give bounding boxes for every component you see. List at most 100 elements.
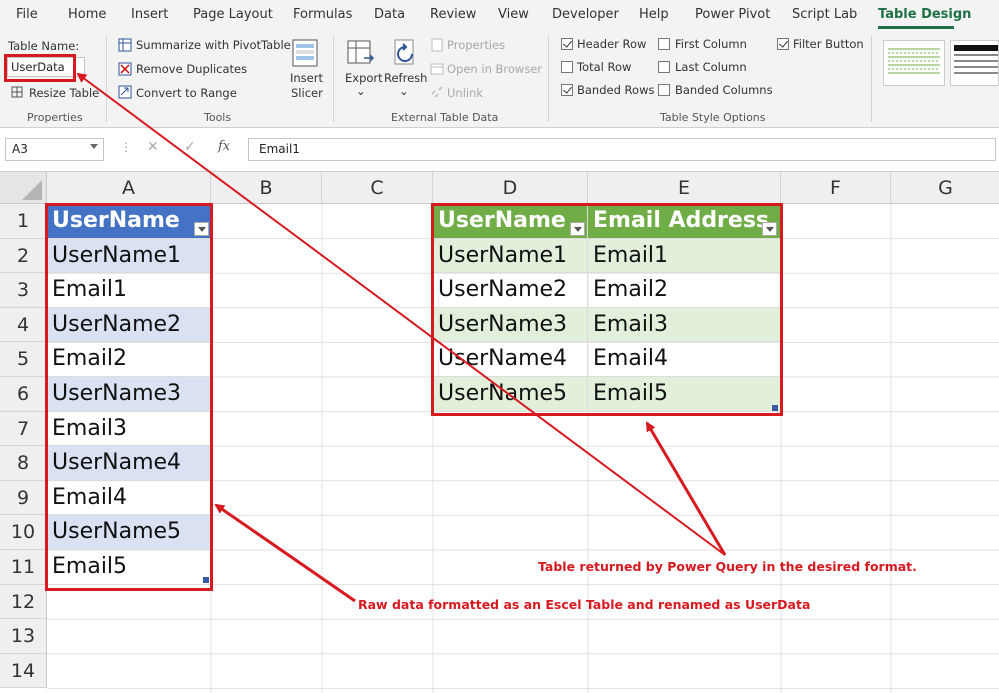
group-separator [871,36,872,122]
last-column-checkbox[interactable] [658,61,670,73]
resize-table-icon [11,86,23,98]
tab-developer[interactable]: Developer [552,7,619,22]
row-header[interactable]: 9 [0,480,47,516]
select-all-button[interactable] [0,172,47,204]
group-label-style-options: Table Style Options [660,111,766,124]
pivot-table-icon [118,38,132,52]
group-label-tools: Tools [204,111,232,124]
row-header[interactable]: 12 [0,584,47,620]
column-header-a[interactable]: A [47,172,211,204]
tab-home[interactable]: Home [68,7,106,22]
unlink-button[interactable]: Unlink [447,86,483,100]
total-row-checkbox[interactable] [561,61,573,73]
banded-columns-checkbox[interactable] [658,84,670,96]
worksheet: A B C D E F G 1 2 3 4 5 6 7 8 9 10 11 12… [0,172,999,693]
row-header[interactable]: 8 [0,446,47,481]
annotation-left-table: Raw data formatted as an Escel Table and… [358,597,811,612]
formula-bar: A3 ⋮ ✕ ✓ fx Email1 [0,128,999,172]
highlight-box-right-table [431,203,783,416]
tab-view[interactable]: View [498,7,529,22]
tab-help[interactable]: Help [639,7,669,22]
row-header[interactable]: 11 [0,550,47,585]
header-row-label: Header Row [577,37,647,51]
row-header[interactable]: 2 [0,238,47,274]
properties-icon [431,38,443,52]
group-separator [106,36,107,122]
group-separator [548,36,549,122]
column-header-f[interactable]: F [781,172,891,204]
tab-script-lab[interactable]: Script Lab [792,7,857,22]
tab-formulas[interactable]: Formulas [293,7,352,22]
insert-slicer-icon [292,39,318,67]
cancel-icon[interactable]: ✕ [147,139,159,155]
column-header-e[interactable]: E [588,172,781,204]
total-row-label: Total Row [577,60,632,74]
select-all-icon [22,180,42,200]
tab-file[interactable]: File [16,7,38,22]
banded-columns-label: Banded Columns [675,83,773,97]
remove-duplicates-button[interactable]: Remove Duplicates [136,62,247,76]
unlink-icon [431,86,443,98]
group-label-external-data: External Table Data [391,111,499,124]
tab-insert[interactable]: Insert [131,7,168,22]
enter-icon[interactable]: ✓ [184,139,196,155]
tab-review[interactable]: Review [430,7,476,22]
row-header[interactable]: 10 [0,515,47,550]
column-header-c[interactable]: C [322,172,433,204]
active-tab-indicator [878,26,954,29]
refresh-icon [394,39,414,65]
group-separator [333,36,334,122]
convert-to-range-icon [118,85,132,99]
first-column-checkbox[interactable] [658,38,670,50]
banded-rows-checkbox[interactable] [561,84,573,96]
column-header-d[interactable]: D [433,172,588,204]
insert-function-button[interactable]: fx [218,139,230,154]
export-chevron-icon[interactable]: ⌄ [356,84,366,98]
insert-slicer-button[interactable]: Insert [290,71,323,85]
convert-to-range-button[interactable]: Convert to Range [136,86,237,100]
formula-input[interactable]: Email1 [248,138,996,161]
first-column-label: First Column [675,37,747,51]
highlight-box-table-name [4,54,76,82]
header-row-checkbox[interactable] [561,38,573,50]
column-header-g[interactable]: G [891,172,999,204]
dots-separator-icon: ⋮ [120,140,132,154]
row-header[interactable]: 1 [0,204,47,239]
properties-button[interactable]: Properties [447,38,505,52]
tab-table-design[interactable]: Table Design [878,7,971,22]
highlight-box-left-table [45,203,213,591]
column-header-b[interactable]: B [211,172,322,204]
ribbon: Table Name: Resize Table Properties Summ… [0,30,999,128]
export-icon [347,40,375,64]
filter-button-checkbox[interactable] [777,38,789,50]
open-in-browser-button[interactable]: Open in Browser [447,62,542,76]
table-name-label: Table Name: [8,39,80,53]
tab-page-layout[interactable]: Page Layout [193,7,273,22]
annotation-right-table: Table returned by Power Query in the des… [538,559,917,574]
table-style-thumbnail-dark[interactable] [950,40,999,86]
row-header[interactable]: 14 [0,653,47,689]
refresh-button[interactable]: Refresh [384,71,427,85]
row-header[interactable]: 7 [0,411,47,447]
row-header[interactable]: 6 [0,377,47,412]
summarize-pivot-button[interactable]: Summarize with PivotTable [136,38,291,52]
insert-slicer-button-line2: Slicer [291,86,323,100]
resize-table-button[interactable]: Resize Table [29,86,99,100]
group-label-properties: Properties [27,111,83,124]
name-box-chevron-icon[interactable] [90,144,98,149]
export-button[interactable]: Export [345,71,383,85]
menu-bar: File Home Insert Page Layout Formulas Da… [0,0,999,30]
last-column-label: Last Column [675,60,747,74]
row-header[interactable]: 5 [0,342,47,377]
tab-power-pivot[interactable]: Power Pivot [695,7,770,22]
tab-data[interactable]: Data [374,7,405,22]
row-header[interactable]: 3 [0,273,47,308]
banded-rows-label: Banded Rows [577,83,655,97]
refresh-chevron-icon[interactable]: ⌄ [399,84,409,98]
name-box[interactable]: A3 [5,138,104,161]
row-header[interactable]: 13 [0,619,47,654]
filter-button-label: Filter Button [793,37,864,51]
row-header[interactable]: 4 [0,307,47,343]
remove-duplicates-icon [118,62,132,76]
table-style-thumbnail-light[interactable] [883,40,945,86]
